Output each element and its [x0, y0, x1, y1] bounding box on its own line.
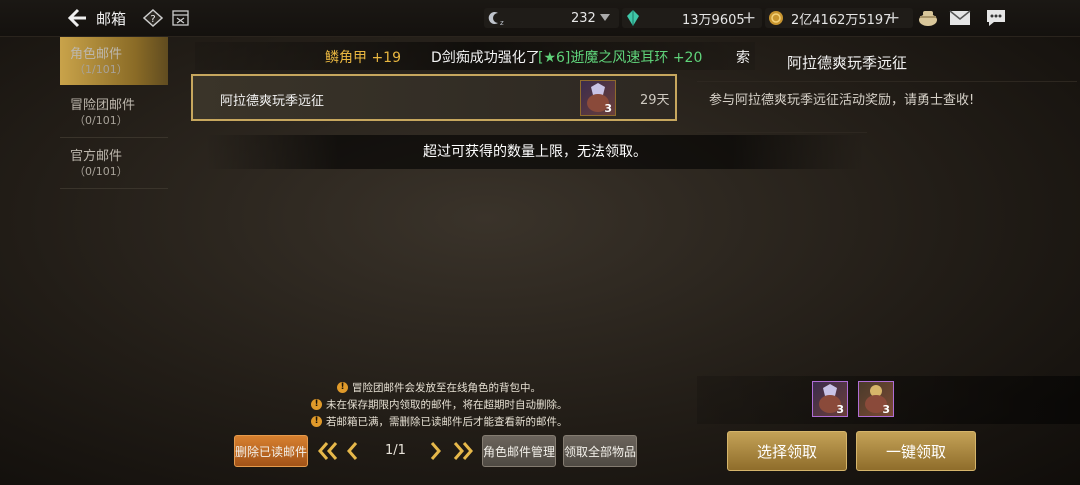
mail-list-item[interactable]: 阿拉德爽玩季远征 3 29天 [191, 74, 677, 121]
gem-value: 13万9605 [682, 12, 745, 28]
last-page-icon[interactable] [453, 441, 473, 461]
sidebar-item-character-mail[interactable]: 角色邮件 （1/101） [60, 37, 168, 85]
select-claim-button[interactable]: 选择领取 [727, 431, 847, 471]
ticker-suffix: 索 [736, 50, 750, 66]
mail-icon[interactable] [949, 8, 971, 28]
notice-line: ! 未在保存期限内领取的邮件，将在超期时自动删除。 [311, 397, 568, 412]
page-indicator: 1/1 [385, 443, 406, 458]
svg-text:z: z [500, 19, 504, 26]
prev-page-icon[interactable] [346, 441, 358, 461]
warning-icon: ! [311, 416, 322, 427]
add-gold-icon[interactable]: + [886, 8, 900, 28]
crystal-pouch-icon[interactable]: 3 [812, 381, 848, 417]
notice-line: ! 若邮箱已满，需删除已读邮件后才能查看新的邮件。 [311, 414, 568, 429]
help-icon[interactable]: ? [143, 9, 163, 27]
pot-icon[interactable] [917, 8, 939, 28]
divider [697, 132, 867, 133]
warning-icon: ! [311, 399, 322, 410]
detail-body: 参与阿拉德爽玩季远征活动奖励，请勇士查收! [709, 93, 975, 108]
page-title: 邮箱 [96, 10, 127, 28]
gem-icon [627, 10, 639, 26]
item-count: 3 [836, 403, 844, 416]
sidebar-item-guild-mail[interactable]: 冒险团邮件 （0/101） [60, 88, 168, 136]
first-page-icon[interactable] [318, 441, 338, 461]
calendar-icon[interactable] [172, 9, 189, 26]
ticker-item: [★6]逝魔之风速耳环 +20 [538, 50, 703, 66]
notice-line: ! 冒险团邮件会发放至在线角色的背包中。 [337, 380, 541, 395]
mail-days-remaining: 29天 [640, 93, 670, 108]
sidebar-item-label: 冒险团邮件 [70, 98, 136, 113]
gold-pouch-icon[interactable]: 3 [858, 381, 894, 417]
sidebar-item-count: （0/101） [74, 114, 128, 127]
add-gem-icon[interactable]: + [742, 8, 756, 28]
divider [697, 81, 1077, 82]
svg-text:?: ? [150, 14, 155, 25]
crystal-pouch-icon: 3 [580, 80, 616, 116]
gold-coin-icon [769, 11, 783, 25]
divider [60, 188, 168, 189]
warning-icon: ! [337, 382, 348, 393]
sidebar-item-count: （0/101） [74, 165, 128, 178]
next-page-icon[interactable] [430, 441, 442, 461]
sidebar-item-label: 角色邮件 [70, 47, 123, 62]
divider [60, 137, 168, 138]
ticker-prefix: 鳞角甲 +19 [325, 50, 401, 66]
item-count: 3 [882, 403, 890, 416]
chevron-down-icon[interactable] [599, 13, 611, 22]
sidebar-item-count: （1/101） [74, 63, 128, 76]
warning-toast: 超过可获得的数量上限，无法领取。 [205, 135, 865, 169]
gold-value: 2亿4162万5197 [791, 12, 892, 28]
chat-icon[interactable] [985, 8, 1007, 28]
broadcast-ticker: 鳞角甲 +19 D剑痴成功强化了 [★6]逝魔之风速耳环 +20 索 [195, 42, 755, 70]
manage-mail-button[interactable]: 角色邮件管理 [482, 435, 556, 467]
sidebar-item-label: 官方邮件 [70, 149, 123, 164]
back-arrow-icon[interactable] [66, 8, 88, 28]
item-count: 3 [604, 102, 612, 115]
fatigue-value: 232 [571, 10, 596, 26]
delete-read-button[interactable]: 删除已读邮件 [234, 435, 308, 467]
detail-title: 阿拉德爽玩季远征 [787, 54, 908, 72]
one-click-claim-button[interactable]: 一键领取 [856, 431, 976, 471]
claim-all-items-button[interactable]: 领取全部物品 [563, 435, 637, 467]
mail-title: 阿拉德爽玩季远征 [220, 94, 325, 109]
sidebar-item-official-mail[interactable]: 官方邮件 （0/101） [60, 139, 168, 187]
ticker-message: D剑痴成功强化了 [431, 50, 540, 66]
fatigue-icon: z [488, 12, 504, 26]
